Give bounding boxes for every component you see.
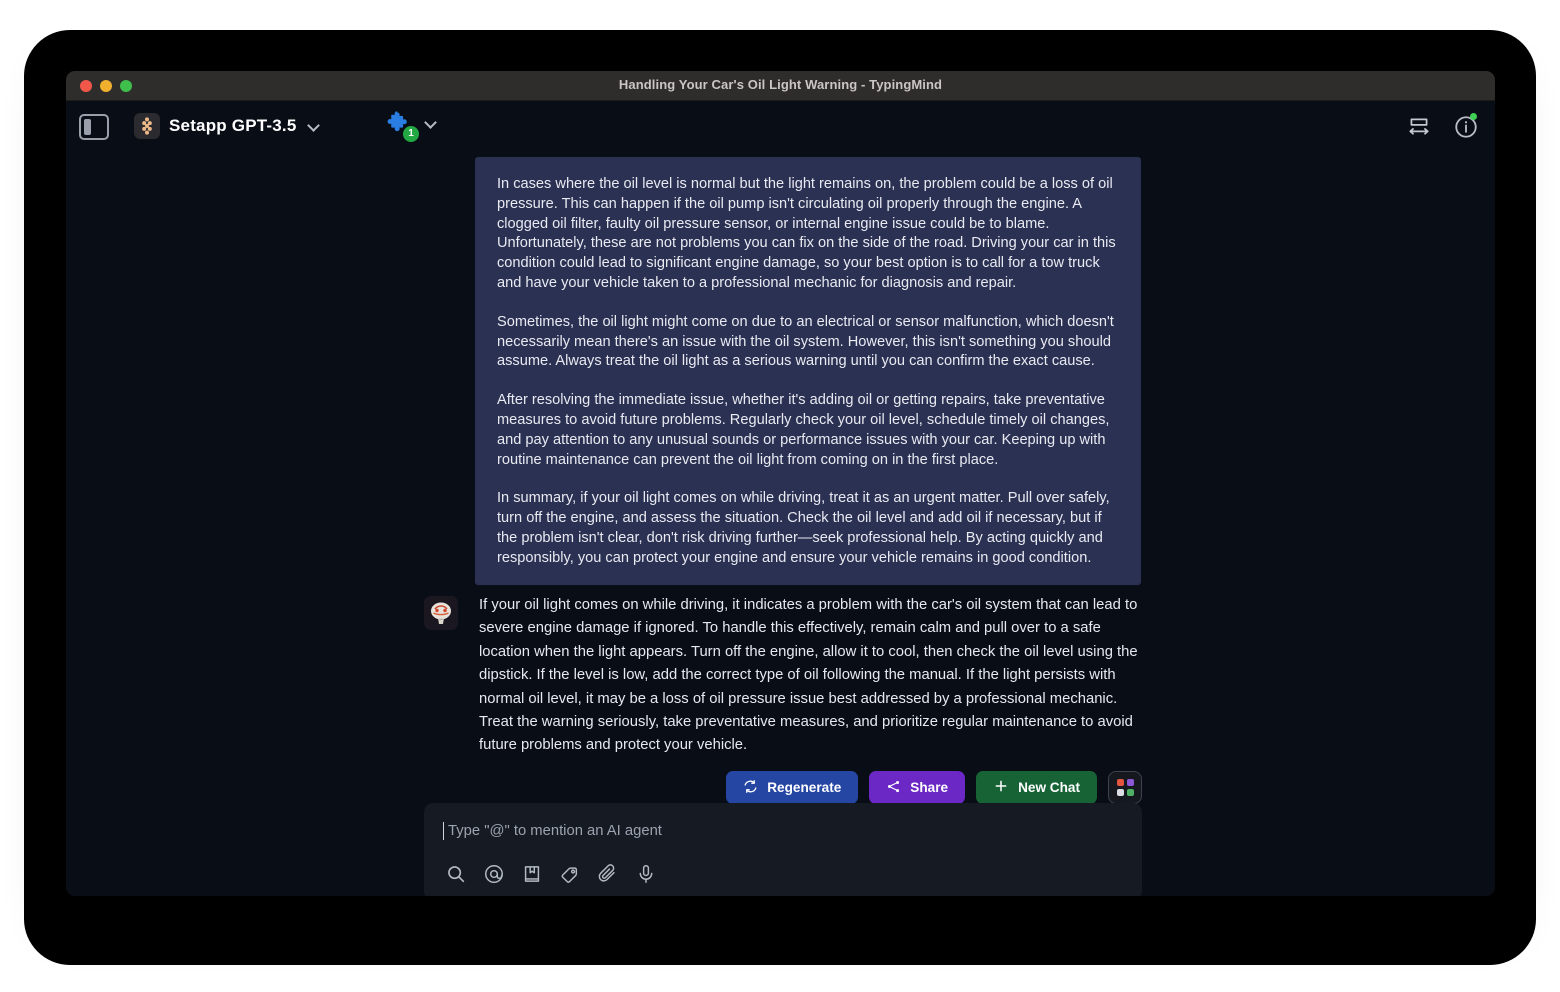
message-paragraph: After resolving the immediate issue, whe… [497,392,1110,468]
new-chat-button[interactable]: New Chat [976,771,1097,804]
message-input-placeholder: Type "@" to mention an AI agent [448,823,662,839]
setapp-logo-icon [134,113,160,139]
window-titlebar: Handling Your Car's Oil Light Warning - … [66,71,1495,101]
regenerate-button-label: Regenerate [767,780,842,795]
plugin-selector[interactable]: 1 [386,110,437,142]
status-dot [1470,113,1477,120]
screen-root: Handling Your Car's Oil Light Warning - … [0,0,1560,992]
model-selector[interactable]: Setapp GPT-3.5 [128,109,326,143]
share-button-label: Share [910,780,949,795]
app-body: Setapp GPT-3.5 1 In cases where the oil … [66,101,1495,896]
app-window: Handling Your Car's Oil Light Warning - … [66,71,1495,896]
refresh-icon [743,779,758,797]
window-title: Handling Your Car's Oil Light Warning - … [618,77,943,92]
message-paragraph: In cases where the oil level is normal b… [497,176,1116,291]
regenerate-button[interactable]: Regenerate [726,771,859,804]
mention-at-icon[interactable] [483,863,505,885]
chevron-down-icon[interactable] [308,120,320,132]
plugin-count-badge: 1 [403,126,419,142]
sidebar-toggle-button[interactable] [79,114,109,140]
assistant-message-bubble: In cases where the oil level is normal b… [475,157,1141,585]
text-caret [443,822,444,840]
summary-message-text: If your oil light comes on while driving… [479,597,1138,754]
tag-pen-icon[interactable] [559,863,581,885]
share-button[interactable]: Share [869,771,966,804]
info-circle-icon[interactable] [1453,113,1479,140]
message-composer[interactable]: Type "@" to mention an AI agent [424,803,1142,896]
new-chat-button-label: New Chat [1018,780,1080,795]
summary-message: If your oil light comes on while driving… [424,594,1142,758]
composer-toolbar [443,863,1123,885]
message-paragraph: Sometimes, the oil light might come on d… [497,313,1114,370]
apps-grid-button[interactable] [1108,771,1142,804]
attach-paperclip-icon[interactable] [597,863,619,885]
top-toolbar: Setapp GPT-3.5 1 [66,101,1495,157]
toolbar-right-group [1406,113,1479,140]
message-input[interactable]: Type "@" to mention an AI agent [443,820,1123,842]
message-actions: Regenerate Share New Chat [424,771,1142,804]
chevron-down-icon[interactable] [425,117,437,129]
message-paragraph: In summary, if your oil light comes on w… [497,490,1110,566]
plus-icon [993,778,1009,797]
resize-width-icon[interactable] [1406,114,1432,140]
search-icon[interactable] [445,863,467,885]
microphone-icon[interactable] [635,863,657,885]
apps-grid-icon [1116,779,1134,796]
brain-avatar-icon [424,596,458,630]
prompt-library-book-icon[interactable] [521,863,543,885]
model-name-label: Setapp GPT-3.5 [169,116,297,135]
share-nodes-icon [886,779,901,797]
puzzle-piece-icon: 1 [386,110,419,142]
chat-scroll-area[interactable]: In cases where the oil level is normal b… [66,157,1495,896]
